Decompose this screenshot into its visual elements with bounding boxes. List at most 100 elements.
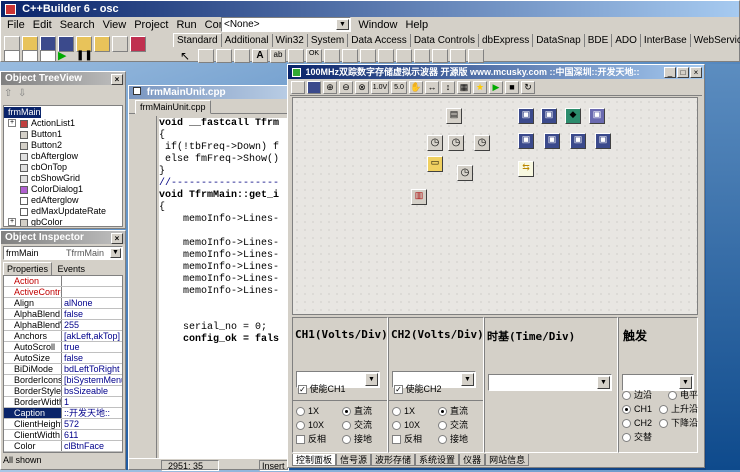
trigopts-opt-b[interactable]: 电平 [667,388,698,402]
expand-icon[interactable]: + [8,119,16,127]
savedialog4-icon[interactable]: ▣ [544,133,560,149]
property-row[interactable]: BiDiMode bdLeftToRight [4,364,122,375]
property-row[interactable]: ActiveControl [4,287,122,298]
bottom-tab-2[interactable]: 波形存储 [371,454,416,466]
ch1opts-opt-a[interactable]: 反相 [296,432,342,446]
volt-5-button[interactable]: 5.0 [391,81,407,94]
property-value[interactable]: clBtnFace [62,441,122,451]
option-toggle[interactable] [296,421,305,431]
property-value[interactable]: 1 [62,397,122,407]
ch1-enable-checkbox[interactable]: ✓ [298,385,307,395]
palette-tab-3[interactable]: System [308,34,349,47]
view-form-icon[interactable] [22,50,38,62]
ch2opts-opt-a[interactable]: 1X [392,404,438,418]
pointer-icon[interactable]: ↖ [180,49,196,63]
star-icon[interactable]: ★ [473,81,487,94]
property-value[interactable]: alNone [62,298,122,308]
tree-item[interactable]: frmMain [4,107,41,118]
palette-tab-6[interactable]: dbExpress [479,34,534,47]
menu-project[interactable]: Project [130,17,172,33]
option-toggle[interactable] [622,433,631,443]
pause-icon[interactable]: ❚❚ [76,50,93,62]
tree-item[interactable]: gbColor + [4,217,122,226]
menu-search[interactable]: Search [56,17,99,33]
ch1opts-opt-b[interactable]: 接地 [342,432,372,446]
vertical-cursor-icon[interactable]: ↕ [441,81,455,94]
menu-edit[interactable]: Edit [29,17,56,33]
stop-icon[interactable]: ■ [505,81,519,94]
tree-item[interactable]: cbShowGrid [4,173,122,184]
option-toggle[interactable] [438,407,447,417]
tree-item[interactable]: edAfterglow [4,195,122,206]
chevron-down-icon[interactable]: ▼ [597,376,610,389]
savedialog5-icon[interactable]: ▣ [570,133,586,149]
ch2opts-opt-b[interactable]: 交流 [438,418,468,432]
palette-tab-8[interactable]: BDE [585,34,613,47]
property-value[interactable]: false [62,309,122,319]
view-unit-icon[interactable] [4,50,20,62]
option-toggle[interactable] [622,405,631,415]
zoom-out-icon[interactable]: ⊖ [339,81,353,94]
groupbox-icon[interactable] [414,49,430,63]
option-toggle[interactable] [622,391,631,401]
trigopts-opt-a[interactable]: CH2 [622,416,659,430]
tab-properties[interactable]: Properties [3,262,53,276]
horizontal-cursor-icon[interactable]: ↔ [425,81,439,94]
trigopts-opt-a[interactable]: CH1 [622,402,659,416]
design-canvas[interactable]: ▤ ◷ ◷ ◷ ▭ ◷ ▥ ▣ ▣ ◆ ▣ ▣ ▣ ▣ ▣ ⇆ [292,97,698,315]
popupmenu-icon[interactable] [234,49,250,63]
property-row[interactable]: Anchors [akLeft,akTop] [4,331,122,342]
option-toggle[interactable] [342,435,351,445]
trigopts-opt-a[interactable]: 边沿 [622,388,668,402]
option-toggle[interactable] [296,407,305,417]
ch2opts-opt-b[interactable]: 接地 [438,432,468,446]
palette-tab-11[interactable]: WebServices [691,34,740,47]
ch1opts-opt-b[interactable]: 直流 [342,404,372,418]
radiogroup-icon[interactable] [432,49,448,63]
bottom-tab-3[interactable]: 系统设置 [415,454,460,466]
menu-view[interactable]: View [99,17,131,33]
option-toggle[interactable] [658,419,668,429]
property-row[interactable]: BorderStyle bsSizeable [4,386,122,397]
save-file-icon[interactable] [307,81,321,94]
zoom-icon[interactable]: ⊗ [355,81,369,94]
grid-icon[interactable]: ▦ [457,81,471,94]
timer4-icon[interactable]: ◷ [457,165,473,181]
property-row[interactable]: Action [4,276,122,287]
palette-tab-0[interactable]: Standard [173,33,222,47]
bottom-tab-5[interactable]: 网站信息 [485,454,530,466]
property-row[interactable]: Caption::开发天地:: [4,408,122,419]
opendialog-icon[interactable]: ▭ [427,156,443,172]
option-toggle[interactable] [392,435,401,445]
treeview-close-icon[interactable]: × [110,73,123,86]
property-row[interactable]: Color clBtnFace [4,441,122,452]
trigopts-opt-b[interactable]: 下降沿 [658,416,698,430]
tree-item[interactable]: Button1 [4,129,122,140]
tab-frmmainunit[interactable]: frmMainUnit.cpp [135,100,211,114]
palette-tab-9[interactable]: ADO [612,34,641,47]
hand-icon[interactable]: ✋ [409,81,423,94]
savedialog2-icon[interactable]: ▣ [541,108,557,124]
trigopts-opt-b[interactable]: 上升沿 [658,402,698,416]
colordialog-icon[interactable]: ◆ [565,108,581,124]
option-toggle[interactable] [438,435,447,445]
usb-icon[interactable]: ⇆ [518,161,534,177]
timer2-icon[interactable]: ◷ [448,135,464,151]
toggle-form-icon[interactable] [40,50,56,62]
timer3-icon[interactable]: ◷ [474,135,490,151]
arrow-up-icon[interactable]: ⇧ [4,88,16,100]
property-value[interactable]: false [62,353,122,363]
none-combo[interactable]: <None> ▼ [221,17,351,32]
palette-tab-1[interactable]: Additional [222,34,273,47]
frame-icon[interactable] [198,49,214,63]
tree-item[interactable]: cbAfterglow [4,151,122,162]
button-icon[interactable]: OK [306,49,322,63]
zoom-in-icon[interactable]: ⊕ [323,81,337,94]
ch2opts-opt-a[interactable]: 反相 [392,432,438,446]
ch1opts-opt-a[interactable]: 1X [296,404,342,418]
property-value[interactable]: [akLeft,akTop] [62,331,122,341]
scrollbar-icon[interactable] [396,49,412,63]
bottom-tab-0[interactable]: 控制面板 [292,454,337,466]
option-toggle[interactable] [392,421,401,431]
trigopts-opt-a[interactable]: 交替 [622,430,668,444]
